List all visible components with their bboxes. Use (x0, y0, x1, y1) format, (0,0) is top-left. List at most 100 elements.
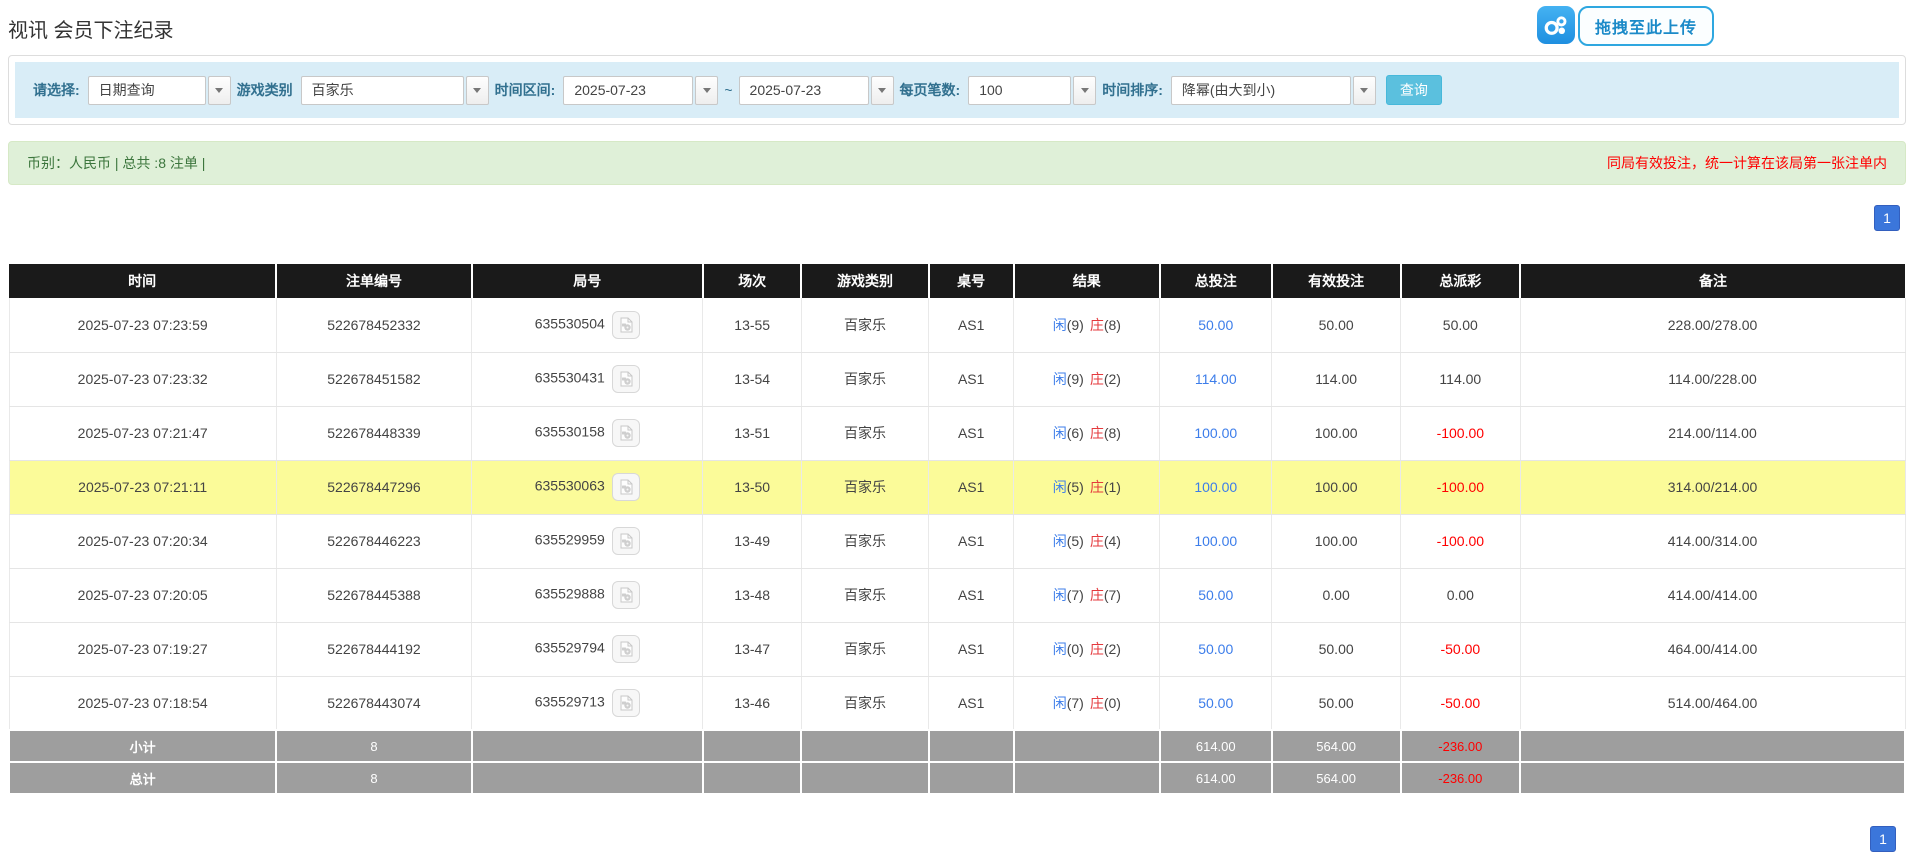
cell-session: 13-51 (703, 406, 802, 460)
round-number: 635529794 (535, 640, 605, 656)
cell-bet-id: 522678451582 (276, 352, 471, 406)
subtotal-total-bet: 614.00 (1160, 730, 1272, 762)
cell-payout: 0.00 (1401, 568, 1520, 622)
game-type-select[interactable]: 百家乐 (301, 76, 489, 105)
cell-round: 635530431 (472, 352, 703, 406)
cell-valid-bet: 114.00 (1272, 352, 1401, 406)
cell-session: 13-49 (703, 514, 802, 568)
cloud-circles-icon (1537, 6, 1575, 44)
banker-result: 庄 (1090, 641, 1104, 657)
cell-session: 13-55 (703, 298, 802, 352)
cell-time: 2025-07-23 07:19:27 (9, 622, 276, 676)
bet-records-table: 时间 注单编号 局号 场次 游戏类别 桌号 结果 总投注 有效投注 总派彩 备注… (8, 264, 1906, 795)
total-valid-bet: 564.00 (1272, 762, 1401, 794)
cell-remark: 464.00/414.00 (1520, 622, 1905, 676)
total-bet-link[interactable]: 50.00 (1198, 695, 1233, 711)
page-1-button-bottom[interactable]: 1 (1870, 826, 1896, 852)
page-size-value[interactable]: 100 (968, 76, 1071, 105)
video-file-icon[interactable] (612, 365, 640, 393)
cell-game-type: 百家乐 (801, 676, 928, 730)
valid-bet-notice: 同局有效投注，统一计算在该局第一张注单内 (1607, 153, 1887, 173)
cell-table-no: AS1 (929, 676, 1014, 730)
video-file-icon[interactable] (612, 635, 640, 663)
header-bet-id: 注单编号 (276, 264, 471, 298)
cell-result: 闲(0)庄(2) (1014, 622, 1160, 676)
cell-total-bet: 50.00 (1160, 298, 1272, 352)
upload-dropzone[interactable]: 拖拽至此上传 (1537, 6, 1714, 46)
total-row: 总计 8 614.00 564.00 -236.00 (9, 762, 1905, 794)
cell-payout: -50.00 (1401, 676, 1520, 730)
date-to-select[interactable]: 2025-07-23 (739, 76, 894, 105)
total-bet-link[interactable]: 50.00 (1198, 587, 1233, 603)
cell-remark: 514.00/464.00 (1520, 676, 1905, 730)
round-number: 635530063 (535, 478, 605, 494)
search-button[interactable]: 查询 (1386, 75, 1442, 105)
chevron-down-icon[interactable] (695, 76, 718, 105)
chevron-down-icon[interactable] (1353, 76, 1376, 105)
video-file-icon[interactable] (612, 527, 640, 555)
video-file-icon[interactable] (612, 419, 640, 447)
query-type-select[interactable]: 日期查询 (88, 76, 231, 105)
video-file-icon[interactable] (612, 581, 640, 609)
banker-result: 庄 (1090, 695, 1104, 711)
query-type-value[interactable]: 日期查询 (88, 76, 206, 105)
header-game-type: 游戏类别 (801, 264, 928, 298)
page-size-select[interactable]: 100 (968, 76, 1096, 105)
video-file-icon[interactable] (612, 311, 640, 339)
header-total-bet: 总投注 (1160, 264, 1272, 298)
cell-result: 闲(9)庄(2) (1014, 352, 1160, 406)
cell-valid-bet: 0.00 (1272, 568, 1401, 622)
chevron-down-icon[interactable] (1073, 76, 1096, 105)
total-bet-link[interactable]: 100.00 (1194, 425, 1237, 441)
date-from-value[interactable]: 2025-07-23 (563, 76, 693, 105)
date-from-select[interactable]: 2025-07-23 (563, 76, 718, 105)
total-bet-link[interactable]: 50.00 (1198, 641, 1233, 657)
cell-total-bet: 114.00 (1160, 352, 1272, 406)
total-payout: -236.00 (1401, 762, 1520, 794)
page-1-button[interactable]: 1 (1874, 205, 1900, 231)
table-header-row: 时间 注单编号 局号 场次 游戏类别 桌号 结果 总投注 有效投注 总派彩 备注 (9, 264, 1905, 298)
total-bet-link[interactable]: 100.00 (1194, 479, 1237, 495)
cell-bet-id: 522678446223 (276, 514, 471, 568)
header-valid-bet: 有效投注 (1272, 264, 1401, 298)
cell-remark: 314.00/214.00 (1520, 460, 1905, 514)
player-result: 闲 (1053, 479, 1067, 495)
round-number: 635530158 (535, 424, 605, 440)
cell-result: 闲(7)庄(7) (1014, 568, 1160, 622)
cell-valid-bet: 100.00 (1272, 514, 1401, 568)
player-result: 闲 (1053, 695, 1067, 711)
video-file-icon[interactable] (612, 689, 640, 717)
table-row: 2025-07-23 07:21:47 522678448339 6355301… (9, 406, 1905, 460)
time-sort-label: 时间排序: (1102, 80, 1163, 100)
game-type-value[interactable]: 百家乐 (301, 76, 464, 105)
cell-total-bet: 100.00 (1160, 460, 1272, 514)
cell-remark: 414.00/314.00 (1520, 514, 1905, 568)
cell-bet-id: 522678448339 (276, 406, 471, 460)
banker-result: 庄 (1090, 317, 1104, 333)
chevron-down-icon[interactable] (208, 76, 231, 105)
time-sort-select[interactable]: 降幂(由大到小) (1171, 76, 1376, 105)
cell-round: 635530504 (472, 298, 703, 352)
cell-game-type: 百家乐 (801, 352, 928, 406)
header-result: 结果 (1014, 264, 1160, 298)
subtotal-count: 8 (276, 730, 471, 762)
cell-table-no: AS1 (929, 568, 1014, 622)
cell-game-type: 百家乐 (801, 406, 928, 460)
date-to-value[interactable]: 2025-07-23 (739, 76, 869, 105)
upload-label-pill[interactable]: 拖拽至此上传 (1578, 6, 1714, 46)
cell-remark: 228.00/278.00 (1520, 298, 1905, 352)
summary-bar: 币别：人民币 | 总共 :8 注单 | 同局有效投注，统一计算在该局第一张注单内 (8, 141, 1906, 185)
select-type-label: 请选择: (33, 80, 80, 100)
total-bet-link[interactable]: 114.00 (1195, 371, 1237, 387)
total-bet-link[interactable]: 50.00 (1198, 317, 1233, 333)
cell-total-bet: 100.00 (1160, 406, 1272, 460)
header-remark: 备注 (1520, 264, 1905, 298)
total-bet-link[interactable]: 100.00 (1194, 533, 1237, 549)
cell-payout: -100.00 (1401, 460, 1520, 514)
chevron-down-icon[interactable] (466, 76, 489, 105)
time-sort-value[interactable]: 降幂(由大到小) (1171, 76, 1351, 105)
video-file-icon[interactable] (612, 473, 640, 501)
cell-payout: -50.00 (1401, 622, 1520, 676)
game-type-label: 游戏类别 (237, 80, 293, 100)
chevron-down-icon[interactable] (871, 76, 894, 105)
